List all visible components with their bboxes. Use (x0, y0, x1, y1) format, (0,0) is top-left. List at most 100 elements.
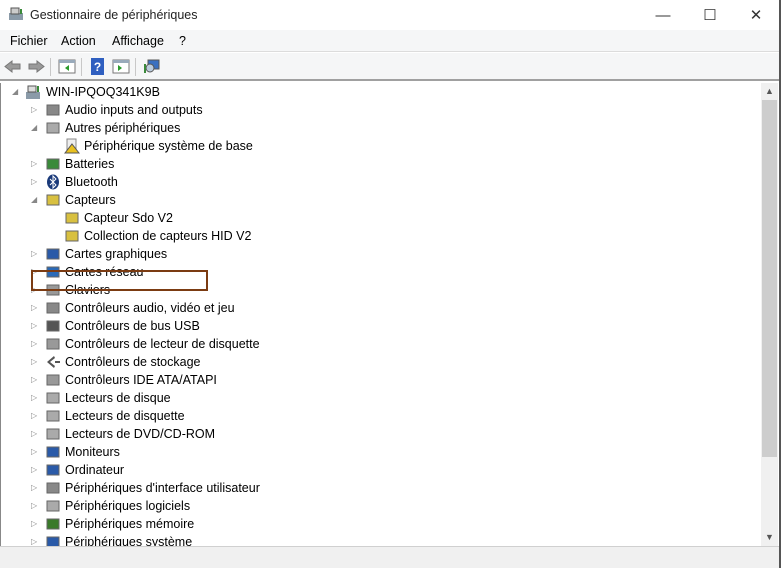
tree-item[interactable]: ◢ Autres périphériques (1, 119, 401, 137)
title-bar: Gestionnaire de périphériques — ☐ ✕ (0, 0, 779, 30)
tree-item[interactable]: ▷ Périphériques mémoire (1, 515, 401, 533)
device-tree[interactable]: ◢ WIN-IPQOQ341K9B ▷ Audio inputs and outp… (0, 83, 761, 546)
tree-item[interactable]: ▷ Moniteurs (1, 443, 401, 461)
svg-text:?: ? (94, 60, 101, 74)
tree-item-label: Batteries (65, 157, 115, 171)
expand-icon[interactable]: ▷ (31, 106, 39, 114)
battery-icon (46, 158, 60, 170)
expand-icon[interactable]: ▷ (31, 250, 39, 258)
tree-item[interactable]: ▷ Lecteurs de disque (1, 389, 401, 407)
forward-icon[interactable] (27, 58, 45, 75)
menu-action[interactable]: Action (61, 34, 96, 48)
usb-icon (46, 320, 60, 332)
collapse-icon[interactable]: ◢ (31, 124, 39, 132)
expand-icon[interactable]: ▷ (31, 304, 39, 312)
tree-item[interactable]: ▷ Périphériques d'interface utilisateur (1, 479, 401, 497)
scan-hardware-icon[interactable] (143, 58, 161, 75)
properties-icon[interactable] (112, 58, 130, 75)
tree-item[interactable]: Capteur Sdo V2 (1, 209, 401, 227)
toolbar: ? (0, 53, 779, 81)
speaker-icon (46, 104, 60, 116)
dvd-icon (46, 428, 60, 440)
expand-icon[interactable]: ▷ (31, 520, 39, 528)
tree-item-label: Périphérique système de base (84, 139, 253, 153)
tree-item[interactable]: ▷ Lecteurs de DVD/CD-ROM (1, 425, 401, 443)
tree-item[interactable]: ▷ Audio inputs and outputs (1, 101, 401, 119)
unknown-icon (46, 122, 60, 134)
tree-item[interactable]: ▷ Bluetooth (1, 173, 401, 191)
status-bar (0, 546, 779, 568)
tree-item[interactable]: ▷ Ordinateur (1, 461, 401, 479)
tree-item-label: Périphériques logiciels (65, 499, 191, 513)
disk-icon (46, 392, 60, 404)
scrollbar-thumb[interactable] (762, 100, 777, 457)
tree-item[interactable]: Périphérique système de base (1, 137, 401, 155)
storage-icon (47, 356, 60, 368)
close-button[interactable]: ✕ (733, 0, 779, 30)
tree-item[interactable]: ▷ Batteries (1, 155, 401, 173)
device-manager-icon (9, 7, 23, 20)
tree-item[interactable]: ▷ Périphériques logiciels (1, 497, 401, 515)
tree-item-label: Contrôleurs audio, vidéo et jeu (65, 301, 235, 315)
tree-item-label: Périphériques système (65, 535, 193, 546)
expand-icon[interactable]: ▷ (31, 322, 39, 330)
tree-item[interactable]: ▷ Cartes graphiques (1, 245, 401, 263)
expand-icon[interactable]: ▷ (31, 358, 39, 366)
tree-item-label: Ordinateur (65, 463, 125, 477)
tree-item[interactable]: ▷ Lecteurs de disquette (1, 407, 401, 425)
collapse-icon[interactable]: ◢ (12, 88, 20, 96)
software-device-icon (46, 500, 60, 512)
show-hide-console-tree-icon[interactable] (58, 58, 76, 75)
help-icon[interactable]: ? (89, 58, 107, 75)
window-title: Gestionnaire de périphériques (30, 8, 198, 22)
expand-icon[interactable]: ▷ (31, 484, 39, 492)
menu-fichier[interactable]: Fichier (10, 34, 48, 48)
maximize-button[interactable]: ☐ (687, 0, 733, 30)
tree-item[interactable]: ◢ Capteurs (1, 191, 401, 209)
expand-icon[interactable]: ▷ (31, 340, 39, 348)
expand-icon[interactable]: ▷ (31, 376, 39, 384)
expand-icon[interactable]: ▷ (31, 394, 39, 402)
expand-icon[interactable]: ▷ (31, 538, 39, 546)
expand-icon[interactable]: ▷ (31, 160, 39, 168)
minimize-button[interactable]: — (640, 0, 686, 30)
tree-item[interactable]: ▷ Contrôleurs audio, vidéo et jeu (1, 299, 401, 317)
highlight-box (31, 270, 208, 291)
expand-icon[interactable]: ▷ (31, 178, 39, 186)
menu-affichage[interactable]: Affichage (112, 34, 164, 48)
scroll-down-icon[interactable]: ▼ (761, 529, 778, 546)
menu-help[interactable]: ? (179, 34, 186, 48)
expand-icon[interactable]: ▷ (31, 466, 39, 474)
tree-item-label: Moniteurs (65, 445, 120, 459)
tree-item-label: Autres périphériques (65, 121, 181, 135)
tree-item[interactable]: ▷ Périphériques système (1, 533, 401, 546)
sensor-icon (65, 212, 79, 224)
back-icon[interactable] (4, 58, 22, 75)
hid-icon (46, 482, 60, 494)
tree-item-label: Bluetooth (65, 175, 118, 189)
expand-icon[interactable]: ▷ (31, 448, 39, 456)
speaker-icon (46, 302, 60, 314)
tree-item-label: Collection de capteurs HID V2 (84, 229, 252, 243)
monitor-icon (46, 446, 60, 458)
expand-icon[interactable]: ▷ (31, 502, 39, 510)
root-label: WIN-IPQOQ341K9B (46, 85, 160, 99)
memory-icon (46, 518, 60, 530)
tree-item-label: Contrôleurs de bus USB (65, 319, 200, 333)
system-icon (46, 536, 60, 546)
tree-item[interactable]: ▷ Contrôleurs de stockage (1, 353, 401, 371)
tree-root[interactable]: ◢ WIN-IPQOQ341K9B (1, 83, 301, 101)
tree-item[interactable]: Collection de capteurs HID V2 (1, 227, 401, 245)
tree-item[interactable]: ▷ Contrôleurs IDE ATA/ATAPI (1, 371, 401, 389)
tree-item[interactable]: ▷ Contrôleurs de lecteur de disquette (1, 335, 401, 353)
scroll-up-icon[interactable]: ▲ (761, 83, 778, 100)
expand-icon[interactable]: ▷ (31, 412, 39, 420)
display-adapter-icon (46, 248, 60, 260)
sensor-icon (65, 230, 79, 242)
expand-icon[interactable]: ▷ (31, 430, 39, 438)
ide-icon (46, 374, 60, 386)
tree-item-label: Périphériques d'interface utilisateur (65, 481, 260, 495)
collapse-icon[interactable]: ◢ (31, 196, 39, 204)
vertical-scrollbar[interactable]: ▲ ▼ (761, 83, 778, 546)
tree-item[interactable]: ▷ Contrôleurs de bus USB (1, 317, 401, 335)
